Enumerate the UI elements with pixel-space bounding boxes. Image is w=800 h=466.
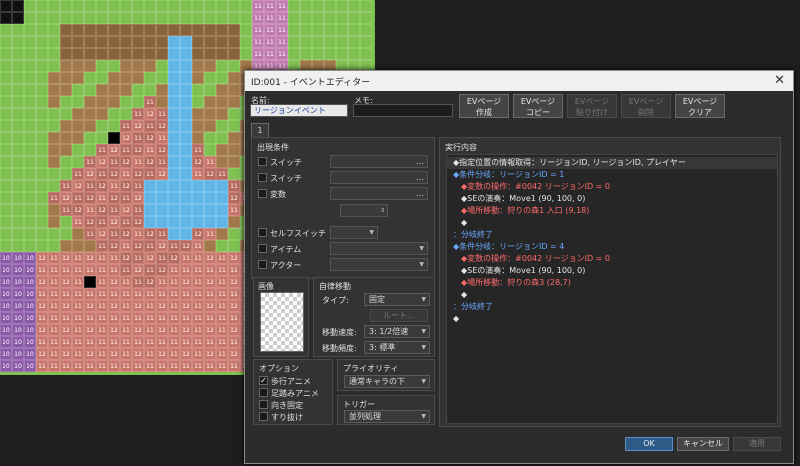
name-field[interactable]: リージョンイベント	[250, 104, 348, 117]
ellipsis-icon: ...	[416, 173, 424, 182]
ev-page-button-1[interactable]: EVページ 作成	[459, 94, 509, 118]
trigger-header: トリガー	[343, 400, 375, 409]
condition-select-field[interactable]: ...	[330, 187, 428, 200]
cancel-button[interactable]: キャンセル	[677, 437, 729, 451]
conditions-header: 出現条件	[257, 143, 289, 152]
condition-checkbox[interactable]	[258, 173, 267, 182]
condition-label: セルフスイッチ	[270, 229, 326, 238]
variable-value-spinner[interactable]: ⇕	[340, 204, 388, 217]
chevron-down-icon: ▼	[419, 245, 424, 252]
command-line[interactable]: ◆変数の操作：#0042 リージョンID = 0	[447, 181, 777, 193]
route-button[interactable]: ルート...	[370, 309, 428, 322]
options-panel: オプション ✓ 歩行アニメ足踏みアニメ 向き固定すり抜け	[253, 359, 333, 425]
ev-page-button-3[interactable]: EVページ 貼り付け	[567, 94, 617, 118]
priority-header: プライオリティ	[343, 364, 399, 373]
ellipsis-icon: ...	[416, 189, 424, 198]
condition-checkbox[interactable]	[258, 228, 267, 237]
command-line[interactable]: ◆SEの演奏：Move1 (90, 100, 0)	[447, 265, 777, 277]
chevron-down-icon: ▼	[419, 261, 424, 268]
option-checkbox[interactable]	[259, 400, 268, 409]
option-label: すり抜け	[271, 413, 303, 422]
condition-checkbox[interactable]	[258, 157, 267, 166]
condition-dropdown[interactable]: ▼	[330, 242, 428, 255]
condition-checkbox[interactable]	[258, 244, 267, 253]
command-line[interactable]: ◆場所移動：狩りの森3 (28,7)	[447, 277, 777, 289]
contents-header: 実行内容	[445, 143, 477, 152]
move-type-select[interactable]: 固定	[364, 293, 430, 306]
ellipsis-icon: ...	[416, 157, 424, 166]
condition-label: スイッチ	[270, 158, 302, 167]
move-type-label: タイプ:	[322, 296, 349, 305]
close-icon[interactable]: ✕	[774, 73, 785, 88]
command-line[interactable]: ◆変数の操作：#0042 リージョンID = 0	[447, 253, 777, 265]
trigger-select[interactable]: 並列処理	[344, 410, 430, 423]
movement-panel: 自律移動 タイプ: 固定 ルート... 移動速度: 3: 1/2倍速 移動頻度:…	[313, 277, 435, 357]
ev-page-button-2[interactable]: EVページ コピー	[513, 94, 563, 118]
image-header: 画像	[258, 282, 274, 291]
condition-select-field[interactable]: ...	[330, 171, 428, 184]
chevron-down-icon: ▼	[369, 229, 374, 236]
command-line[interactable]: ◆SEの演奏：Move1 (90, 100, 0)	[447, 193, 777, 205]
command-line[interactable]: ◆条件分岐：リージョンID = 1	[447, 169, 777, 181]
title-bar: ID:001 - イベントエディター ✕	[245, 71, 793, 91]
command-line[interactable]: ：分岐終了	[447, 229, 777, 241]
command-line[interactable]: ◆	[447, 217, 777, 229]
option-checkbox[interactable]	[259, 388, 268, 397]
condition-select-field[interactable]: ...	[330, 155, 428, 168]
move-frequency-label: 移動頻度:	[322, 344, 357, 353]
command-list[interactable]: ◆指定位置の情報取得：リージョンID, リージョンID, プレイヤー ◆条件分岐：…	[446, 154, 778, 424]
image-panel: 画像	[253, 277, 309, 357]
move-speed-label: 移動速度:	[322, 328, 357, 337]
command-line[interactable]: ◆	[447, 289, 777, 301]
ev-page-button-5[interactable]: EVページ クリア	[675, 94, 725, 118]
event-marker[interactable]	[108, 132, 120, 144]
tab-page-1[interactable]: 1	[251, 123, 269, 137]
memo-field[interactable]	[353, 104, 453, 117]
option-label: 向き固定	[271, 401, 303, 410]
option-checkbox[interactable]	[259, 412, 268, 421]
move-speed-select[interactable]: 3: 1/2倍速	[364, 325, 430, 338]
priority-panel: プライオリティ 通常キャラの下	[337, 359, 435, 391]
event-graphic-preview[interactable]	[260, 292, 304, 352]
option-label: 歩行アニメ	[271, 377, 311, 386]
options-header: オプション	[259, 364, 299, 373]
command-line[interactable]: ：分岐終了	[447, 301, 777, 313]
option-checkbox[interactable]: ✓	[259, 376, 268, 385]
condition-checkbox[interactable]	[258, 189, 267, 198]
ok-button[interactable]: OK	[625, 437, 673, 451]
conditions-panel: 出現条件 スイッチ... スイッチ... 変数... セルフスイッチ ▼ アイテム ▼ アクタ…	[251, 137, 435, 279]
event-editor-dialog: ID:001 - イベントエディター ✕ 名前: リージョンイベント メモ: E…	[244, 70, 794, 464]
event-marker[interactable]	[84, 276, 96, 288]
condition-label: アイテム	[270, 245, 302, 254]
command-line[interactable]: ◆	[447, 313, 777, 325]
move-frequency-select[interactable]: 3: 標準	[364, 341, 430, 354]
dialog-title: ID:001 - イベントエディター	[251, 78, 371, 88]
option-label: 足踏みアニメ	[271, 389, 319, 398]
condition-dropdown[interactable]: ▼	[330, 226, 378, 239]
trigger-panel: トリガー 並列処理	[337, 395, 435, 425]
command-line[interactable]: ◆条件分岐：リージョンID = 4	[447, 241, 777, 253]
apply-button[interactable]: 適用	[733, 437, 781, 451]
ev-page-button-4[interactable]: EVページ 削除	[621, 94, 671, 118]
spinner-arrows-icon: ⇕	[379, 207, 385, 214]
condition-label: スイッチ	[270, 174, 302, 183]
condition-label: アクター	[270, 261, 302, 270]
condition-label: 変数	[270, 190, 286, 199]
movement-header: 自律移動	[319, 282, 351, 291]
command-line[interactable]: ◆指定位置の情報取得：リージョンID, リージョンID, プレイヤー	[447, 157, 777, 169]
priority-select[interactable]: 通常キャラの下	[344, 375, 430, 388]
condition-dropdown[interactable]: ▼	[330, 258, 428, 271]
contents-panel: 実行内容 ◆指定位置の情報取得：リージョンID, リージョンID, プレイヤー ◆…	[439, 137, 781, 427]
command-line[interactable]: ◆場所移動：狩りの森1 入口 (9,18)	[447, 205, 777, 217]
condition-checkbox[interactable]	[258, 260, 267, 269]
